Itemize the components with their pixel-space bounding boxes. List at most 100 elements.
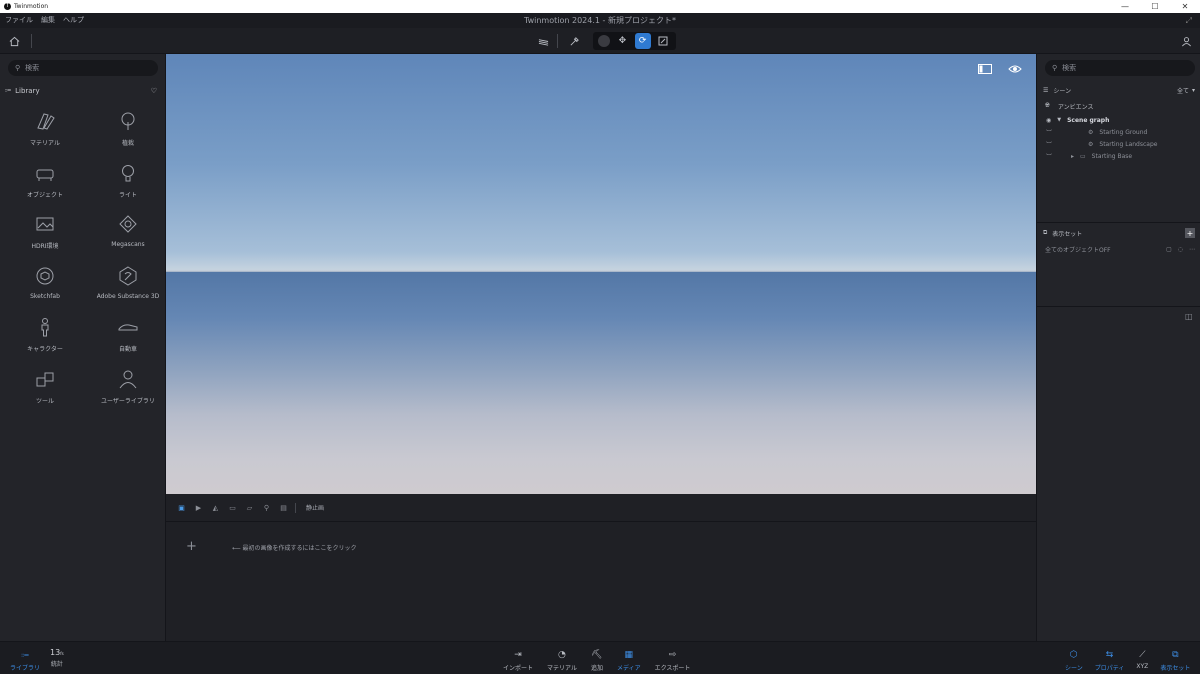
move-tool-icon[interactable]: ✥ [614,33,630,49]
scene-graph-row[interactable]: ◉ ▼ Scene graph [1046,114,1109,126]
favorite-heart-icon[interactable]: ♡ [151,87,157,95]
dock-material-button[interactable]: ◔ マテリアル [547,649,577,672]
library-item[interactable]: 植栽 [90,104,166,156]
dock-library-button[interactable]: ⩴ ライブラリ [10,649,40,672]
close-button[interactable]: ✕ [1170,0,1200,13]
library-item-label: Adobe Substance 3D [96,292,160,300]
person-icon [34,316,56,340]
dock-add-button[interactable]: ⛏ 追加 [591,649,603,672]
minimize-button[interactable]: — [1110,0,1140,13]
phasing-media-icon[interactable]: ▱ [244,502,255,513]
scene-title: シーン [1053,87,1072,95]
eyedropper-icon[interactable] [566,33,582,49]
scene-tree-item[interactable]: ︶ ⚙ Starting Ground [1046,126,1196,138]
library-item[interactable]: キャラクター [0,310,90,362]
library-search-input[interactable]: ⚲ 検索 [8,60,158,76]
library-tree-icon: ⩴ [5,86,12,94]
library-item-label: オブジェクト [26,191,63,199]
view-eye-icon[interactable] [1006,62,1024,76]
dock-export-button[interactable]: ⇨ エクスポート [655,649,691,672]
car-icon [117,316,139,340]
dock-label: マテリアル [547,665,577,672]
library-item[interactable]: マテリアル [0,104,90,156]
scene-icon: ⬡ [1069,650,1078,660]
menu-edit[interactable]: 編集 [41,13,55,28]
video-media-icon[interactable]: ▶ [193,502,204,513]
dock-media-button[interactable]: ▦ メディア [617,649,641,672]
visibility-eye-icon[interactable]: ︶ [1046,140,1058,149]
scene-tree-label: Starting Ground [1099,128,1148,136]
library-item[interactable]: Sketchfab [0,259,90,311]
library-item[interactable]: Adobe Substance 3D [90,259,166,311]
walk-media-icon[interactable]: ⚲ [261,502,272,513]
scene-search-input[interactable]: ⚲ 検索 [1045,60,1195,76]
more-icon[interactable]: ⋯ [1189,246,1195,253]
dock-stats-button[interactable]: 13fs 統計 [50,648,64,668]
visibility-icon[interactable]: ◌ [1178,246,1183,253]
library-item[interactable]: オブジェクト [0,156,90,208]
dock-xyz-button[interactable]: ⟋ XYZ [1136,649,1148,672]
library-item[interactable]: Megascans [90,207,166,259]
layers-icon[interactable] [535,33,551,49]
presentation-media-icon[interactable]: ▭ [227,502,238,513]
media-area[interactable]: + ⟵ 最初の画像を作成するにはここをクリック [166,522,1036,641]
visibility-eye-icon[interactable]: ◉ [1046,117,1051,124]
maximize-button[interactable]: ☐ [1140,0,1170,13]
scene-tree-item[interactable]: ︶ ⚙ Starting Landscape [1046,138,1196,150]
rotate-tool-icon[interactable]: ⟳ [634,33,651,49]
material-icon: ◔ [558,650,566,660]
select-tool-icon[interactable] [598,35,611,47]
library-item[interactable]: 自動車 [90,310,166,362]
visibility-eye-icon[interactable]: ︶ [1046,152,1058,161]
library-item[interactable]: ライト [90,156,166,208]
library-item[interactable]: ユーザーライブラリ [90,362,166,414]
library-header: ⩴ Library ♡ [5,86,157,95]
dock-library-label: ライブラリ [10,665,41,672]
dock-scene-button[interactable]: ⬡ シーン [1065,649,1083,672]
ambience-row[interactable]: 🌐︎ アンビエンス [1045,100,1093,112]
dock-import-button[interactable]: ⇥ インポート [503,649,533,672]
stats-value: 13 [50,648,61,657]
print-media-icon[interactable]: ▤ [278,502,289,513]
edit-icon[interactable]: ▢ [1166,246,1172,253]
visibility-eye-icon[interactable]: ︶ [1046,128,1058,137]
scene-tree: ︶ ⚙ Starting Ground ︶ ⚙ Starting Landscape ︶ ▸ ▭… [1046,126,1196,162]
display-set-item[interactable]: 全てのオブジェクトOFF ▢ ◌ ⋯ [1045,243,1195,255]
material-swatch-icon [34,110,56,134]
menu-help[interactable]: ヘルプ [63,13,84,28]
scene-filter-dropdown[interactable]: 全て ▾ [1177,86,1195,95]
dock-center-group: ⇥ インポート ◔ マテリアル ⛏ 追加 ▦ メディア ⇨ エクスポート [503,649,690,672]
library-item[interactable]: HDRI環境 [0,207,90,259]
user-icon[interactable] [1178,33,1194,49]
toolbar-divider [31,34,32,48]
dock-label: シーン [1065,665,1083,672]
add-media-button[interactable]: + [186,539,197,554]
sketchfab-icon [34,265,56,289]
lightbulb-icon [117,162,139,186]
dock-display-set-button[interactable]: ⧉ 表示セット [1160,649,1190,672]
library-item-label: キャラクター [27,346,63,353]
image-media-icon[interactable]: ▣ [176,502,187,513]
user-library-icon [117,368,139,392]
ambience-label: アンビエンス [1057,103,1094,111]
import-icon: ⇥ [514,650,522,660]
add-display-set-button[interactable]: + [1185,228,1195,238]
3d-viewport[interactable] [166,54,1036,494]
scene-tree-item[interactable]: ︶ ▸ ▭ Starting Base [1046,150,1196,162]
expand-arrow-icon[interactable]: ▸ [1064,153,1074,160]
dock-properties-button[interactable]: ⇆ プロパティ [1095,649,1125,672]
toolbar-divider [557,34,558,48]
scale-tool-icon[interactable] [655,33,671,49]
split-panel-icon[interactable]: ◫ [1185,312,1193,321]
panel-toggle-icon[interactable] [976,62,994,76]
fullscreen-icon[interactable]: ⤢ [1186,13,1192,28]
properties-icon: ⇆ [1105,650,1114,660]
stats-unit: fs [60,651,64,656]
library-item[interactable]: ツール [0,362,90,414]
home-icon[interactable] [6,33,22,49]
display-set-header: ⧉ 表示セット + [1043,227,1195,239]
expand-arrow-icon[interactable]: ▼ [1057,117,1061,123]
menu-file[interactable]: ファイル [5,13,33,28]
dock-label: エクスポート [654,665,691,672]
panorama-media-icon[interactable]: ◭ [210,502,221,513]
